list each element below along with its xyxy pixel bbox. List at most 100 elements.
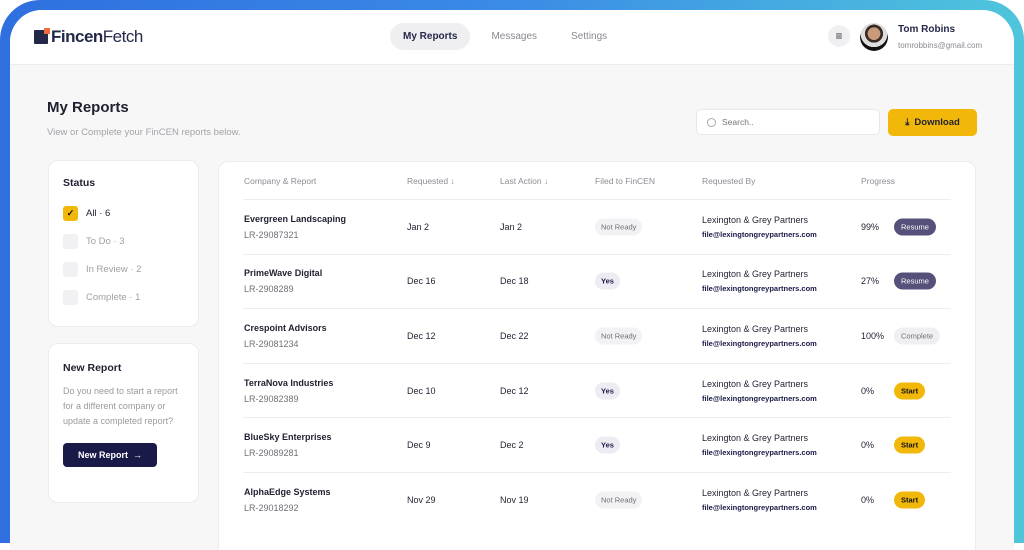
avatar[interactable] — [860, 23, 888, 51]
last-action-date: Dec 12 — [500, 385, 529, 396]
requester-email[interactable]: file@lexingtongreypartners.com — [702, 448, 817, 457]
requested-date: Nov 29 — [407, 495, 436, 506]
action-cell: Start — [894, 382, 926, 400]
requested-date: Dec 9 — [407, 440, 431, 451]
requested-by-cell: Lexington & Grey Partners file@lexingtong… — [702, 269, 817, 293]
new-report-card: New Report Do you need to start a report… — [48, 343, 199, 503]
arrow-right-icon: → — [133, 450, 142, 460]
logo-icon — [34, 28, 50, 44]
requester-email[interactable]: file@lexingtongreypartners.com — [702, 284, 817, 293]
company-name[interactable]: Evergreen Landscaping — [244, 214, 346, 224]
new-report-title: New Report — [63, 362, 122, 374]
new-report-button[interactable]: New Report → — [63, 443, 157, 467]
requested-by-cell: Lexington & Grey Partners file@lexingtong… — [702, 379, 817, 403]
company-cell: AlphaEdge Systems LR-29018292 — [244, 487, 331, 513]
company-cell: BlueSky Enterprises LR-29089281 — [244, 432, 332, 458]
col-progress: Progress — [861, 175, 896, 186]
table-row[interactable]: Crespoint Advisors LR-29081234 Dec 12 Dec… — [243, 309, 951, 364]
filter-label: Complete · 1 — [86, 291, 141, 303]
progress-value: 100% — [861, 330, 885, 341]
search-box[interactable] — [696, 109, 880, 135]
page-title: My Reports — [47, 99, 129, 116]
filed-badge: Yes — [595, 436, 620, 454]
last-action-date: Dec 22 — [500, 330, 529, 341]
requester-email[interactable]: file@lexingtongreypartners.com — [702, 339, 817, 348]
filter-label: To Do · 3 — [86, 235, 125, 247]
table-row[interactable]: AlphaEdge Systems LR-29018292 Nov 29 Nov … — [243, 473, 951, 528]
search-icon — [707, 117, 716, 127]
app-window: FincenFetch My Reports Messages Settings… — [10, 10, 1014, 550]
resume-button[interactable]: Resume — [894, 218, 936, 236]
company-name[interactable]: PrimeWave Digital — [244, 268, 322, 278]
requested-date: Dec 10 — [407, 385, 436, 396]
requester-name: Lexington & Grey Partners — [702, 214, 809, 225]
download-button[interactable]: ⤓ Download — [888, 109, 977, 136]
reports-table: Company & Report Requested ↓ Last Action… — [218, 161, 976, 550]
requested-by-cell: Lexington & Grey Partners file@lexingtong… — [702, 433, 817, 457]
start-button[interactable]: Start — [894, 382, 926, 400]
table-row[interactable]: TerraNova Industries LR-29082389 Dec 10 D… — [243, 364, 951, 419]
report-id: LR-29082389 — [244, 393, 299, 404]
start-button[interactable]: Start — [894, 491, 926, 509]
page-subtitle: View or Complete your FinCEN reports bel… — [47, 127, 241, 138]
checkbox[interactable] — [63, 233, 78, 249]
filed-badge: Not Ready — [595, 327, 643, 345]
company-name[interactable]: TerraNova Industries — [244, 378, 333, 388]
report-id: LR-29087321 — [244, 229, 299, 240]
company-name[interactable]: Crespoint Advisors — [244, 323, 327, 333]
filter-to-do[interactable]: To Do · 3 — [63, 227, 184, 255]
col-company: Company & Report — [244, 175, 317, 186]
filed-status: Yes — [595, 382, 620, 400]
checkbox-checked-icon[interactable]: ✓ — [63, 205, 78, 221]
complete-button[interactable]: Complete — [894, 327, 941, 345]
requested-date: Dec 12 — [407, 330, 436, 341]
filed-status: Not Ready — [595, 327, 643, 345]
last-action-date: Nov 19 — [500, 495, 529, 506]
filed-status: Yes — [595, 272, 620, 290]
table-row[interactable]: BlueSky Enterprises LR-29089281 Dec 9 Dec… — [243, 418, 951, 473]
status-title: Status — [63, 177, 96, 189]
action-cell: Resume — [894, 272, 936, 290]
logo-text-light: Fetch — [102, 27, 144, 46]
nav-messages[interactable]: Messages — [478, 23, 550, 50]
action-cell: Resume — [894, 218, 936, 236]
company-cell: Crespoint Advisors LR-29081234 — [244, 323, 327, 349]
resume-button[interactable]: Resume — [894, 272, 936, 290]
status-filter-card: Status ✓ All · 6 To Do · 3 In Review · 2 … — [48, 160, 199, 327]
hamburger-menu-icon[interactable]: ≡ — [828, 25, 850, 47]
col-requested[interactable]: Requested ↓ — [407, 176, 455, 186]
table-header: Company & Report Requested ↓ Last Action… — [243, 162, 951, 200]
table-row[interactable]: PrimeWave Digital LR-2908289 Dec 16 Dec 1… — [243, 255, 951, 310]
col-last-action[interactable]: Last Action ↓ — [500, 176, 548, 186]
filed-badge: Yes — [595, 272, 620, 290]
requester-email[interactable]: file@lexingtongreypartners.com — [702, 503, 817, 512]
requested-date: Dec 16 — [407, 276, 436, 287]
requester-name: Lexington & Grey Partners — [702, 488, 809, 499]
requester-name: Lexington & Grey Partners — [702, 378, 809, 389]
filter-complete[interactable]: Complete · 1 — [63, 283, 184, 311]
filed-badge: Not Ready — [595, 218, 643, 236]
start-button[interactable]: Start — [894, 436, 926, 454]
action-cell: Start — [894, 491, 926, 509]
new-report-button-label: New Report — [77, 450, 128, 460]
progress-value: 99% — [861, 221, 880, 232]
company-name[interactable]: BlueSky Enterprises — [244, 432, 332, 442]
filter-all[interactable]: ✓ All · 6 — [63, 199, 184, 227]
nav-my-reports[interactable]: My Reports — [390, 23, 471, 50]
checkbox[interactable] — [63, 289, 78, 305]
requester-email[interactable]: file@lexingtongreypartners.com — [702, 394, 817, 403]
progress-value: 0% — [861, 440, 875, 451]
checkbox[interactable] — [63, 261, 78, 277]
report-id: LR-29089281 — [244, 448, 299, 459]
filter-in-review[interactable]: In Review · 2 — [63, 255, 184, 283]
filter-label: All · 6 — [86, 207, 111, 219]
requester-email[interactable]: file@lexingtongreypartners.com — [702, 230, 817, 239]
table-row[interactable]: Evergreen Landscaping LR-29087321 Jan 2 J… — [243, 200, 951, 255]
action-cell: Start — [894, 436, 926, 454]
filed-status: Yes — [595, 436, 620, 454]
nav-settings[interactable]: Settings — [558, 23, 620, 50]
company-name[interactable]: AlphaEdge Systems — [244, 487, 331, 497]
download-label: Download — [914, 117, 960, 128]
logo[interactable]: FincenFetch — [34, 27, 143, 47]
search-input[interactable] — [722, 117, 862, 127]
